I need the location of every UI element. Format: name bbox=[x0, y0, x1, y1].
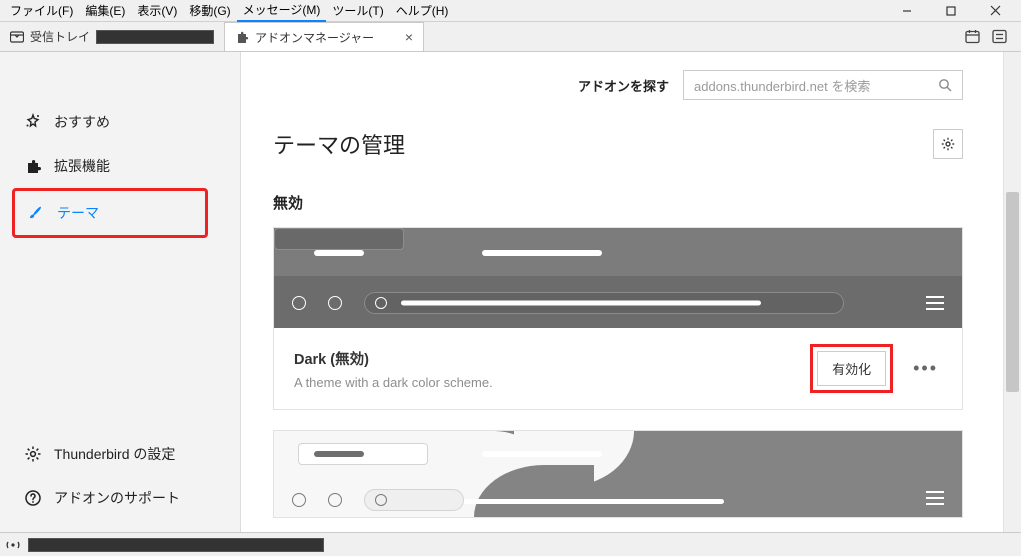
sidebar: おすすめ 拡張機能 テーマ Thunderbird の設定 bbox=[0, 52, 241, 532]
menu-edit[interactable]: 編集(E) bbox=[79, 0, 131, 21]
gear-icon bbox=[24, 445, 42, 463]
sidebar-item-support[interactable]: アドオンのサポート bbox=[12, 476, 228, 520]
theme-card-light bbox=[273, 430, 963, 518]
redacted-account bbox=[96, 30, 214, 44]
sidebar-label-settings: Thunderbird の設定 bbox=[54, 444, 175, 464]
calendar-icon[interactable] bbox=[965, 29, 980, 44]
app-body: おすすめ 拡張機能 テーマ Thunderbird の設定 bbox=[0, 52, 1021, 532]
maximize-button[interactable] bbox=[929, 0, 973, 22]
connection-icon bbox=[6, 539, 20, 551]
theme-desc-dark: A theme with a dark color scheme. bbox=[294, 375, 794, 390]
theme-title-dark: Dark (無効) bbox=[294, 348, 794, 369]
page-title-row: テーマの管理 bbox=[273, 128, 963, 160]
window-controls bbox=[885, 0, 1017, 22]
tab-addon-label: アドオンマネージャー bbox=[255, 29, 374, 46]
inbox-icon bbox=[10, 30, 24, 44]
brush-icon bbox=[27, 204, 45, 222]
tab-addon-manager[interactable]: アドオンマネージャー × bbox=[224, 22, 424, 51]
hamburger-icon bbox=[926, 491, 944, 505]
sidebar-label-recommend: おすすめ bbox=[54, 112, 110, 132]
minimize-button[interactable] bbox=[885, 0, 929, 22]
menu-file[interactable]: ファイル(F) bbox=[4, 0, 79, 21]
sidebar-label-extensions: 拡張機能 bbox=[54, 156, 110, 176]
status-bar bbox=[0, 532, 1021, 556]
help-icon bbox=[24, 489, 42, 507]
sidebar-label-support: アドオンのサポート bbox=[54, 488, 180, 508]
search-row: アドオンを探す addons.thunderbird.net を検索 bbox=[273, 70, 963, 100]
menu-go[interactable]: 移動(G) bbox=[183, 0, 236, 21]
more-options-dark[interactable]: ••• bbox=[909, 358, 942, 379]
sidebar-item-themes[interactable]: テーマ bbox=[12, 188, 208, 238]
search-placeholder: addons.thunderbird.net を検索 bbox=[694, 76, 870, 95]
toolbar-right bbox=[951, 22, 1021, 51]
puzzle-piece-icon bbox=[24, 157, 42, 175]
scrollbar[interactable] bbox=[1003, 52, 1021, 532]
tab-inbox-label: 受信トレイ bbox=[30, 28, 90, 45]
sidebar-item-recommend[interactable]: おすすめ bbox=[12, 100, 228, 144]
menubar: ファイル(F) 編集(E) 表示(V) 移動(G) メッセージ(M) ツール(T… bbox=[0, 0, 1021, 22]
enable-button-dark[interactable]: 有効化 bbox=[817, 351, 886, 386]
tasks-icon[interactable] bbox=[992, 29, 1007, 44]
enable-highlight-box: 有効化 bbox=[810, 344, 893, 393]
sidebar-label-themes: テーマ bbox=[57, 203, 99, 223]
sidebar-item-settings[interactable]: Thunderbird の設定 bbox=[12, 432, 228, 476]
tab-bar: 受信トレイ アドオンマネージャー × bbox=[0, 22, 1021, 52]
puzzle-icon bbox=[235, 30, 249, 44]
content-area: アドオンを探す addons.thunderbird.net を検索 テーマの管… bbox=[241, 52, 1021, 532]
sidebar-item-extensions[interactable]: 拡張機能 bbox=[12, 144, 228, 188]
menu-view[interactable]: 表示(V) bbox=[131, 0, 183, 21]
menu-tools[interactable]: ツール(T) bbox=[326, 0, 389, 21]
themes-settings-button[interactable] bbox=[933, 129, 963, 159]
sparkle-icon bbox=[24, 113, 42, 131]
tab-close-button[interactable]: × bbox=[405, 29, 413, 45]
search-label: アドオンを探す bbox=[578, 76, 669, 95]
section-disabled-label: 無効 bbox=[273, 192, 963, 213]
menu-message[interactable]: メッセージ(M) bbox=[237, 0, 327, 22]
search-icon bbox=[938, 78, 952, 92]
tab-inbox[interactable]: 受信トレイ bbox=[0, 22, 224, 51]
theme-preview-light bbox=[274, 431, 962, 517]
scrollbar-thumb[interactable] bbox=[1006, 192, 1019, 392]
redacted-status bbox=[28, 538, 324, 552]
theme-card-dark: Dark (無効) A theme with a dark color sche… bbox=[273, 227, 963, 410]
page-title: テーマの管理 bbox=[273, 128, 405, 160]
menu-help[interactable]: ヘルプ(H) bbox=[390, 0, 455, 21]
close-button[interactable] bbox=[973, 0, 1017, 22]
search-input[interactable]: addons.thunderbird.net を検索 bbox=[683, 70, 963, 100]
theme-preview-dark bbox=[274, 228, 962, 328]
hamburger-icon bbox=[926, 296, 944, 310]
